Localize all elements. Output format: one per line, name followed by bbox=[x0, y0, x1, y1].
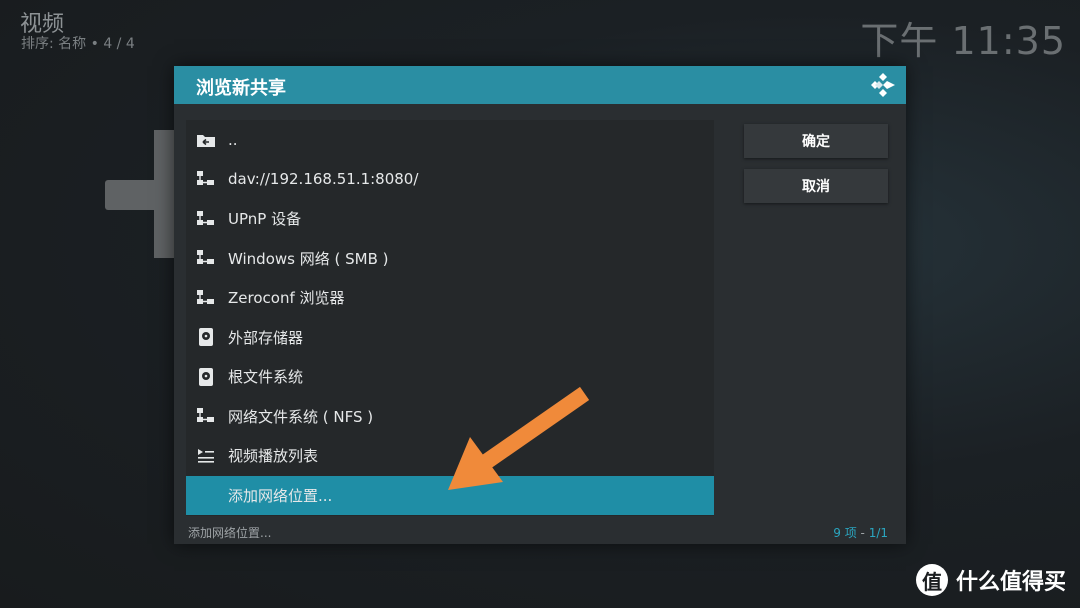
list-item-external-storage[interactable]: 外部存储器 bbox=[186, 318, 714, 357]
ok-button[interactable]: 确定 bbox=[744, 124, 888, 158]
network-icon bbox=[196, 170, 216, 188]
add-source-plus-icon-bar bbox=[105, 180, 180, 210]
list-item-upnp[interactable]: UPnP 设备 bbox=[186, 199, 714, 238]
list-item-add-network-location[interactable]: 添加网络位置... bbox=[186, 475, 714, 515]
network-icon bbox=[196, 210, 216, 228]
list-item-video-playlists[interactable]: 视频播放列表 bbox=[186, 436, 714, 475]
list-item-root-fs[interactable]: 根文件系统 bbox=[186, 357, 714, 396]
list-item-label: Zeroconf 浏览器 bbox=[228, 289, 345, 307]
blank-icon bbox=[196, 486, 216, 504]
list-item-label: 网络文件系统 ( NFS ) bbox=[228, 407, 374, 426]
item-count: 9 项 - 1/1 bbox=[833, 524, 888, 541]
list-item-label: UPnP 设备 bbox=[228, 210, 302, 228]
list-item-label: 根文件系统 bbox=[228, 368, 304, 386]
playlist-icon bbox=[196, 447, 216, 465]
browse-share-dialog: 浏览新共享 .. dav://192.168.51.1:8080/ UPnP 设… bbox=[174, 66, 906, 544]
list-item-label: .. bbox=[228, 130, 238, 149]
list-item-nfs[interactable]: 网络文件系统 ( NFS ) bbox=[186, 397, 714, 436]
network-icon bbox=[196, 289, 216, 307]
source-list: .. dav://192.168.51.1:8080/ UPnP 设备 Wind… bbox=[186, 120, 714, 516]
item-count-separator: - bbox=[856, 526, 869, 540]
item-count-label: 9 项 bbox=[833, 526, 857, 540]
page-indicator: 1/1 bbox=[868, 526, 888, 540]
list-item-label: 视频播放列表 bbox=[228, 447, 319, 465]
network-icon bbox=[196, 249, 216, 267]
kodi-logo-icon bbox=[871, 73, 895, 97]
list-item-smb[interactable]: Windows 网络 ( SMB ) bbox=[186, 239, 714, 278]
watermark-badge-icon: 值 bbox=[915, 564, 948, 596]
folder-back-icon bbox=[196, 131, 216, 149]
dialog-title: 浏览新共享 bbox=[196, 78, 286, 99]
clock: 下午 11:35 bbox=[860, 19, 1066, 63]
list-item-label: 添加网络位置... bbox=[228, 486, 333, 505]
list-item-label: dav://192.168.51.1:8080/ bbox=[228, 170, 419, 188]
list-item-zeroconf[interactable]: Zeroconf 浏览器 bbox=[186, 278, 714, 317]
dialog-header: 浏览新共享 bbox=[174, 66, 906, 104]
cancel-button[interactable]: 取消 bbox=[744, 169, 888, 203]
sort-info: 排序: 名称 • 4 / 4 bbox=[21, 36, 135, 52]
list-item-dav[interactable]: dav://192.168.51.1:8080/ bbox=[186, 160, 714, 199]
hdd-icon bbox=[196, 328, 216, 346]
hdd-icon bbox=[196, 367, 216, 386]
list-item-parent[interactable]: .. bbox=[186, 120, 714, 159]
watermark-text: 什么值得买 bbox=[955, 570, 1066, 595]
list-item-label: Windows 网络 ( SMB ) bbox=[228, 249, 389, 268]
status-text: 添加网络位置... bbox=[188, 526, 272, 540]
network-icon bbox=[196, 407, 216, 425]
list-item-label: 外部存储器 bbox=[228, 328, 304, 347]
watermark: 值 什么值得买 bbox=[915, 564, 1066, 596]
